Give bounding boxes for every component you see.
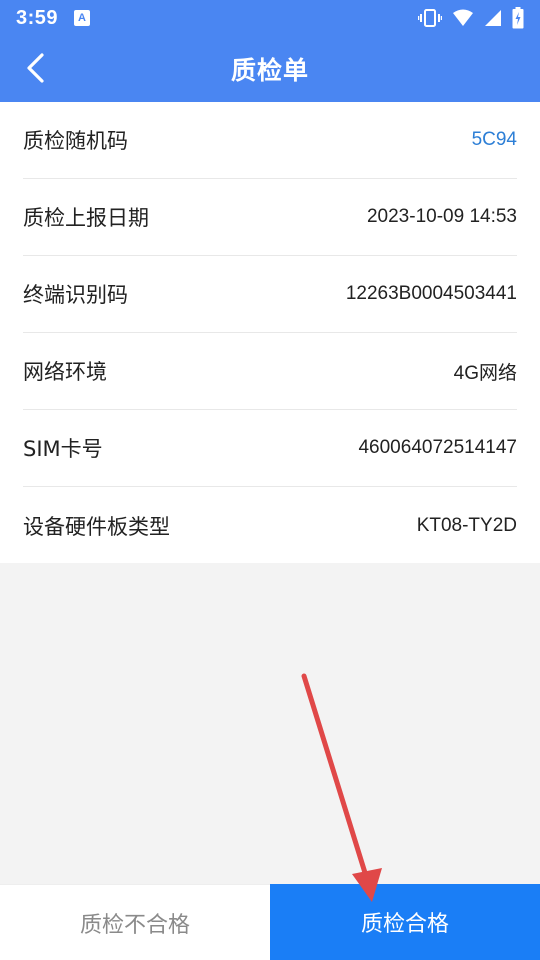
signal-icon bbox=[484, 9, 502, 27]
network-value: 4G网络 bbox=[453, 362, 517, 384]
row-label: SIM卡号 bbox=[23, 437, 103, 461]
board-type-value: KT08-TY2D bbox=[416, 514, 517, 536]
info-list: 质检随机码 5C94 质检上报日期 2023-10-09 14:53 终端识别码… bbox=[0, 102, 540, 563]
list-item: 终端识别码 12263B0004503441 bbox=[23, 256, 517, 333]
status-icons bbox=[418, 7, 524, 29]
bottom-action-bar: 质检不合格 质检合格 bbox=[0, 884, 540, 960]
row-label: 质检随机码 bbox=[23, 129, 128, 153]
battery-icon bbox=[512, 7, 524, 29]
terminal-id-value: 12263B0004503441 bbox=[345, 283, 517, 304]
list-item: 设备硬件板类型 KT08-TY2D bbox=[23, 487, 517, 564]
list-item: SIM卡号 460064072514147 bbox=[23, 410, 517, 487]
sim-number-value: 460064072514147 bbox=[358, 437, 517, 458]
report-date-value: 2023-10-09 14:53 bbox=[366, 206, 517, 227]
list-item: 质检随机码 5C94 bbox=[23, 102, 517, 179]
inspection-pass-button[interactable]: 质检合格 bbox=[270, 884, 540, 960]
status-time: 3:59 bbox=[16, 6, 59, 29]
row-label: 质检上报日期 bbox=[23, 206, 149, 230]
page-title: 质检单 bbox=[230, 56, 309, 85]
inspection-fail-button[interactable]: 质检不合格 bbox=[0, 884, 270, 960]
vibrate-icon bbox=[418, 8, 442, 28]
random-code-value: 5C94 bbox=[471, 129, 517, 150]
app-bar: 质检单 bbox=[0, 36, 540, 102]
list-item: 质检上报日期 2023-10-09 14:53 bbox=[23, 179, 517, 256]
row-label: 设备硬件板类型 bbox=[23, 514, 170, 539]
status-bar: 3:59 A bbox=[0, 0, 540, 36]
notification-icon: A bbox=[74, 10, 91, 26]
list-item: 网络环境 4G网络 bbox=[23, 333, 517, 410]
row-label: 网络环境 bbox=[23, 360, 107, 384]
wifi-icon bbox=[452, 9, 474, 27]
row-label: 终端识别码 bbox=[23, 283, 128, 307]
